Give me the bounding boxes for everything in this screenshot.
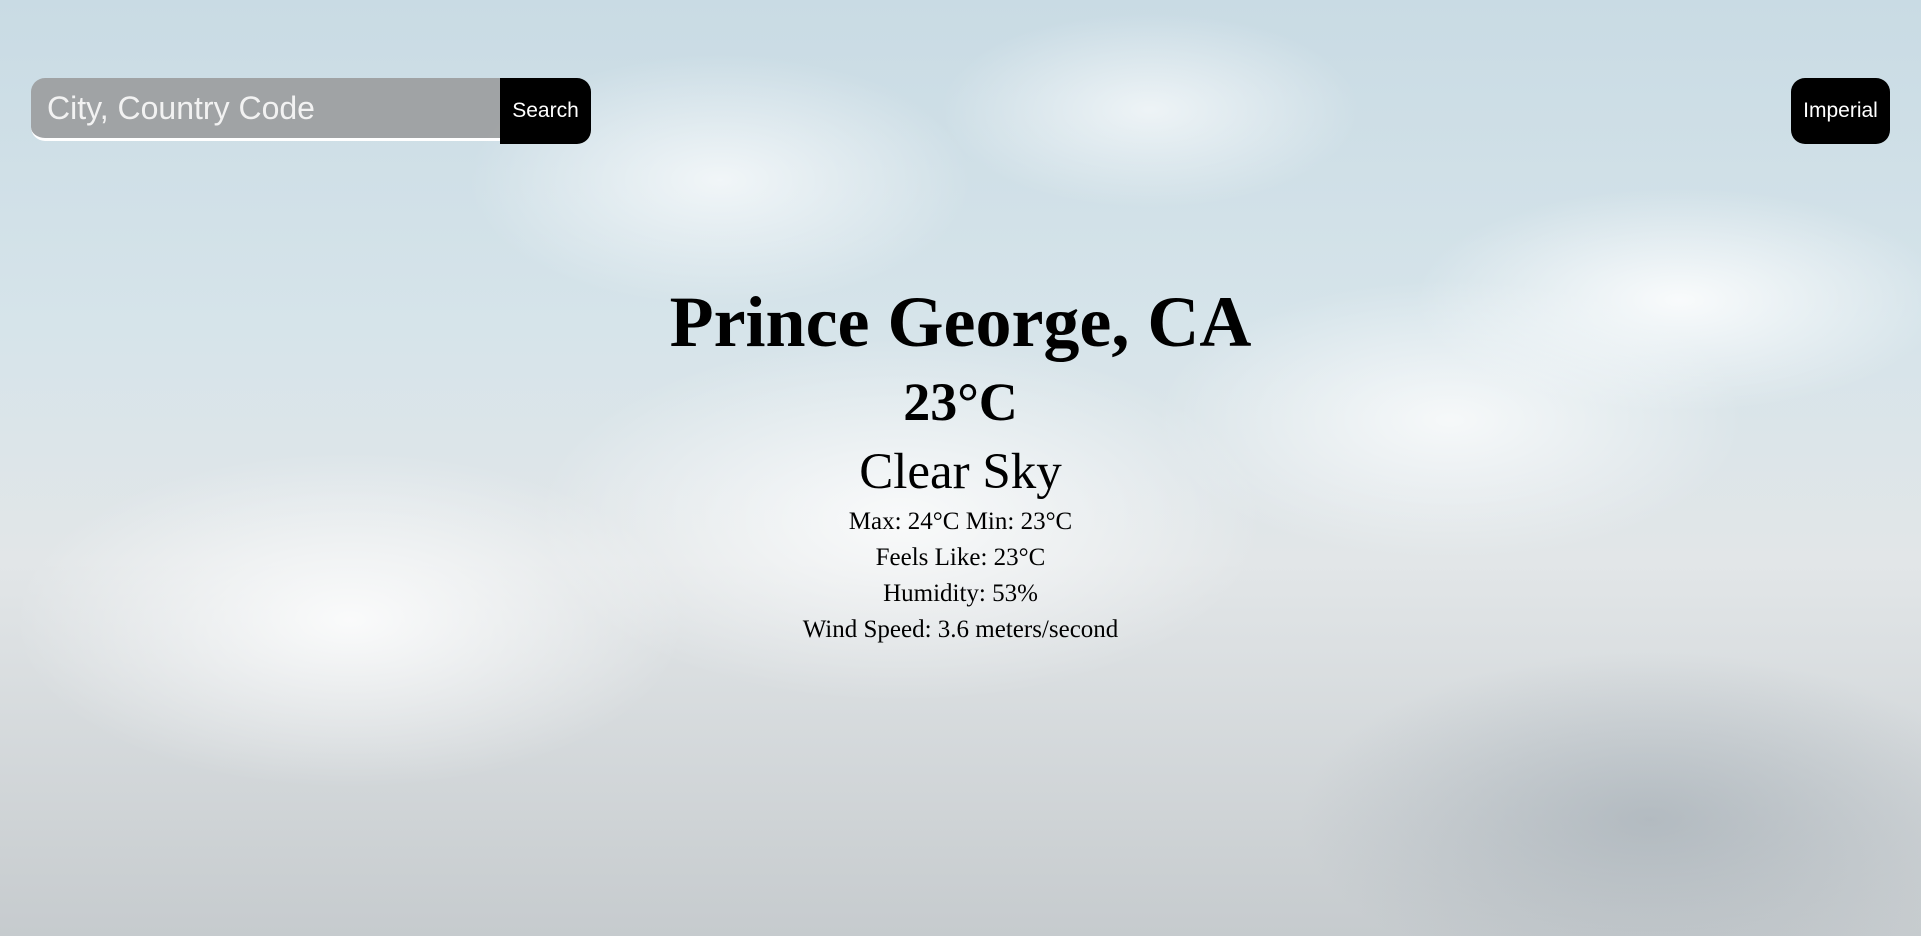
units-toggle-button[interactable]: Imperial xyxy=(1791,78,1890,144)
weather-panel: Prince George, CA 23°C Clear Sky Max: 24… xyxy=(0,280,1921,648)
max-min-temperature: Max: 24°C Min: 23°C xyxy=(848,508,1073,535)
feels-like: Feels Like: 23°C xyxy=(875,544,1046,571)
humidity: Humidity: 53% xyxy=(883,580,1038,607)
search-button[interactable]: Search xyxy=(500,78,591,144)
search-input[interactable] xyxy=(31,78,500,141)
search-bar: Search xyxy=(31,78,591,144)
current-temperature: 23°C xyxy=(903,372,1018,432)
weather-description: Clear Sky xyxy=(859,444,1062,500)
location-title: Prince George, CA xyxy=(669,282,1252,362)
wind-speed: Wind Speed: 3.6 meters/second xyxy=(802,616,1119,643)
